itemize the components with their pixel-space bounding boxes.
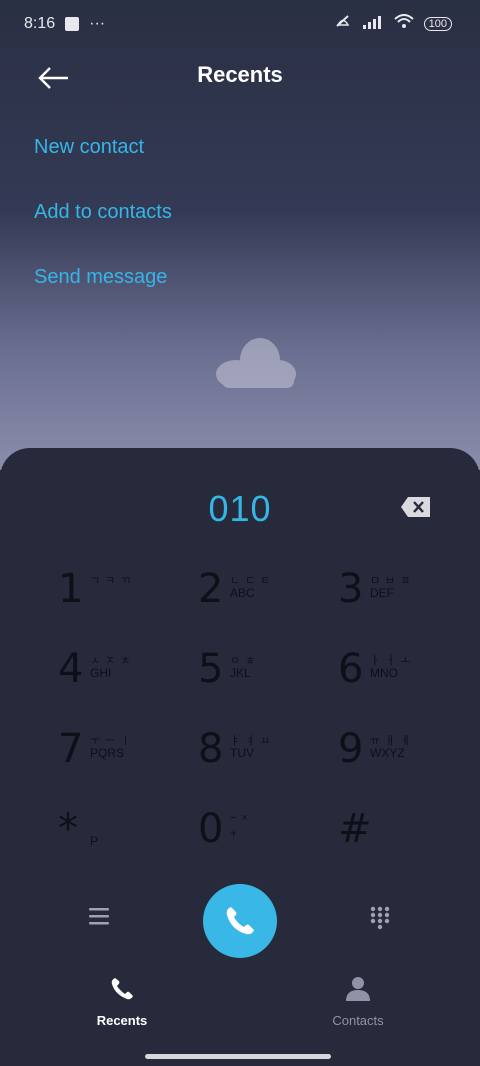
key-letters: JKL <box>230 666 251 680</box>
key-letters: + <box>230 826 238 840</box>
menu-icon[interactable] <box>88 906 110 926</box>
tab-label: Recents <box>96 1013 148 1028</box>
app-header: Recents <box>0 50 480 106</box>
key-1[interactable]: 1 ㄱ ㅋ ㄲ <box>40 556 180 636</box>
key-0[interactable]: 0 − × + <box>180 796 320 876</box>
key-4[interactable]: 4 ㅅ ㅈ ㅊ GHI <box>40 636 180 716</box>
phone-icon <box>111 978 133 1000</box>
key-digit: 4 <box>58 646 84 692</box>
tab-contacts[interactable]: Contacts <box>288 976 428 1028</box>
key-3[interactable]: 3 ㅁ ㅂ ㅍ DEF <box>320 556 460 636</box>
dialer-actions <box>0 884 480 958</box>
person-icon <box>346 977 370 1001</box>
bottom-tabs: Recents Contacts <box>0 976 480 1036</box>
notification-icon <box>65 17 80 31</box>
key-hash[interactable]: # <box>320 796 460 876</box>
key-6[interactable]: 6 ㅏ ㅓ ㅗ MNO <box>320 636 460 716</box>
key-digit: 8 <box>198 726 224 772</box>
key-letters: DEF <box>370 586 394 600</box>
key-7[interactable]: 7 ㅜ ㅡ ㅣ PQRS <box>40 716 180 796</box>
key-letters: TUV <box>230 746 254 760</box>
key-letters: PQRS <box>90 746 125 760</box>
home-indicator[interactable] <box>145 1054 331 1059</box>
page-title: Recents <box>197 62 283 87</box>
phone-icon <box>226 907 254 935</box>
key-letters: P <box>90 834 99 848</box>
key-digit: 9 <box>338 726 364 772</box>
key-9[interactable]: 9 ㅠ ㅐ ㅔ WXYZ <box>320 716 460 796</box>
key-digit: 2 <box>198 566 224 612</box>
tab-label: Contacts <box>332 1013 384 1028</box>
status-time: 8:16 <box>24 15 56 32</box>
key-digit: # <box>338 806 372 852</box>
mute-icon <box>334 14 352 35</box>
key-8[interactable]: 8 ㅑ ㅕ ㅛ TUV <box>180 716 320 796</box>
key-digit: 6 <box>338 646 364 692</box>
key-digit: 0 <box>198 806 224 852</box>
signal-icon <box>362 15 384 34</box>
key-2[interactable]: 2 ㄴ ㄷ ㅌ ABC <box>180 556 320 636</box>
battery-icon: 100 <box>423 17 452 31</box>
backspace-icon[interactable] <box>400 496 432 518</box>
dialpad-icon[interactable] <box>370 906 390 930</box>
key-sub: − × <box>230 812 249 824</box>
new-contact-link[interactable]: New contact <box>34 136 144 159</box>
key-letters: GHI <box>90 666 112 680</box>
wifi-icon <box>393 13 414 35</box>
cloud-icon <box>216 338 296 388</box>
more-notifications: ··· <box>89 15 106 32</box>
key-letters: ABC <box>230 586 255 600</box>
key-digit: 7 <box>58 726 84 772</box>
key-digit: 3 <box>338 566 364 612</box>
status-bar: 8:16 ··· 100 <box>0 0 480 48</box>
key-digit: 1 <box>58 566 84 612</box>
key-digit: * <box>58 806 78 852</box>
key-sub: ㄱ ㅋ ㄲ <box>90 575 132 587</box>
key-letters: MNO <box>370 666 398 680</box>
key-letters: WXYZ <box>370 746 405 760</box>
key-5[interactable]: 5 ㅇ ㅎ JKL <box>180 636 320 716</box>
dialer-sheet: 010 1 ㄱ ㅋ ㄲ 2 ㄴ ㄷ ㅌ ABC 3 ㅁ ㅂ ㅍ DEF 4 ㅅ … <box>0 448 480 1066</box>
key-star[interactable]: * P <box>40 796 180 876</box>
add-to-contacts-link[interactable]: Add to contacts <box>34 201 172 224</box>
tab-recents[interactable]: Recents <box>52 976 192 1028</box>
key-digit: 5 <box>198 646 224 692</box>
send-message-link[interactable]: Send message <box>34 266 167 289</box>
call-button[interactable] <box>203 884 277 958</box>
